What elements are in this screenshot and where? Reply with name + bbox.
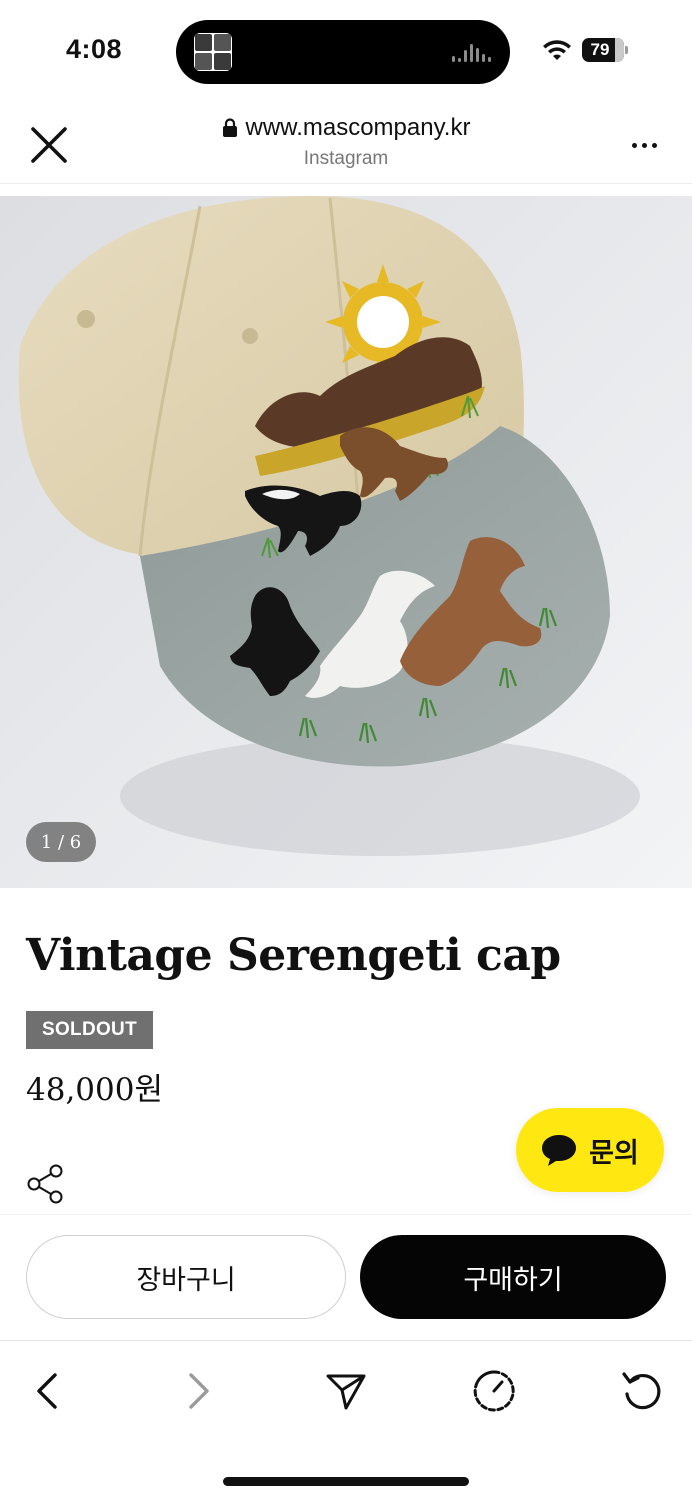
back-button[interactable] <box>24 1367 72 1415</box>
status-badge: SOLDOUT <box>26 1011 153 1049</box>
product-image[interactable]: 1 / 6 <box>0 196 692 888</box>
home-indicator <box>223 1477 469 1486</box>
add-to-cart-button[interactable]: 장바구니 <box>26 1235 346 1319</box>
send-button[interactable] <box>322 1367 370 1415</box>
share-icon <box>27 1164 63 1204</box>
purchase-bar: 장바구니 구매하기 <box>0 1214 692 1340</box>
close-button[interactable] <box>26 122 72 168</box>
audio-wave-icon <box>452 42 492 62</box>
address-bar[interactable]: www.mascompany.kr Instagram <box>150 114 542 170</box>
wifi-icon <box>543 40 571 60</box>
speed-icon <box>473 1370 515 1412</box>
battery-icon: 79 <box>582 38 628 62</box>
send-icon <box>326 1374 366 1410</box>
image-counter: 1 / 6 <box>26 822 96 862</box>
forward-icon <box>189 1373 209 1409</box>
product-title: Vintage Serengeti cap <box>26 930 561 981</box>
lock-icon <box>222 118 237 137</box>
close-icon <box>31 127 67 163</box>
more-icon <box>631 142 637 148</box>
source-label: Instagram <box>303 148 389 169</box>
dynamic-island <box>176 20 510 84</box>
now-playing-thumbnail <box>194 33 232 71</box>
inquiry-chat-button[interactable]: 문의 <box>516 1108 664 1192</box>
url-text: www.mascompany.kr <box>245 114 471 141</box>
speed-button[interactable] <box>470 1367 518 1415</box>
cap-photo <box>0 196 692 888</box>
more-button[interactable] <box>624 130 664 160</box>
reload-icon <box>622 1372 661 1410</box>
chat-label: 문의 <box>589 1137 639 1168</box>
browser-header: www.mascompany.kr Instagram <box>0 100 692 184</box>
product-price: 48,000원 <box>26 1072 163 1108</box>
reload-button[interactable] <box>618 1367 666 1415</box>
speech-bubble-icon <box>542 1135 577 1166</box>
status-time: 4:08 <box>66 34 123 64</box>
browser-toolbar <box>0 1340 692 1440</box>
status-bar: 4:08 79 <box>0 0 692 100</box>
buy-now-button[interactable]: 구매하기 <box>360 1235 666 1319</box>
forward-button[interactable] <box>174 1367 222 1415</box>
back-icon <box>37 1373 57 1409</box>
share-button[interactable] <box>26 1164 66 1204</box>
battery-level: 79 <box>590 40 610 59</box>
